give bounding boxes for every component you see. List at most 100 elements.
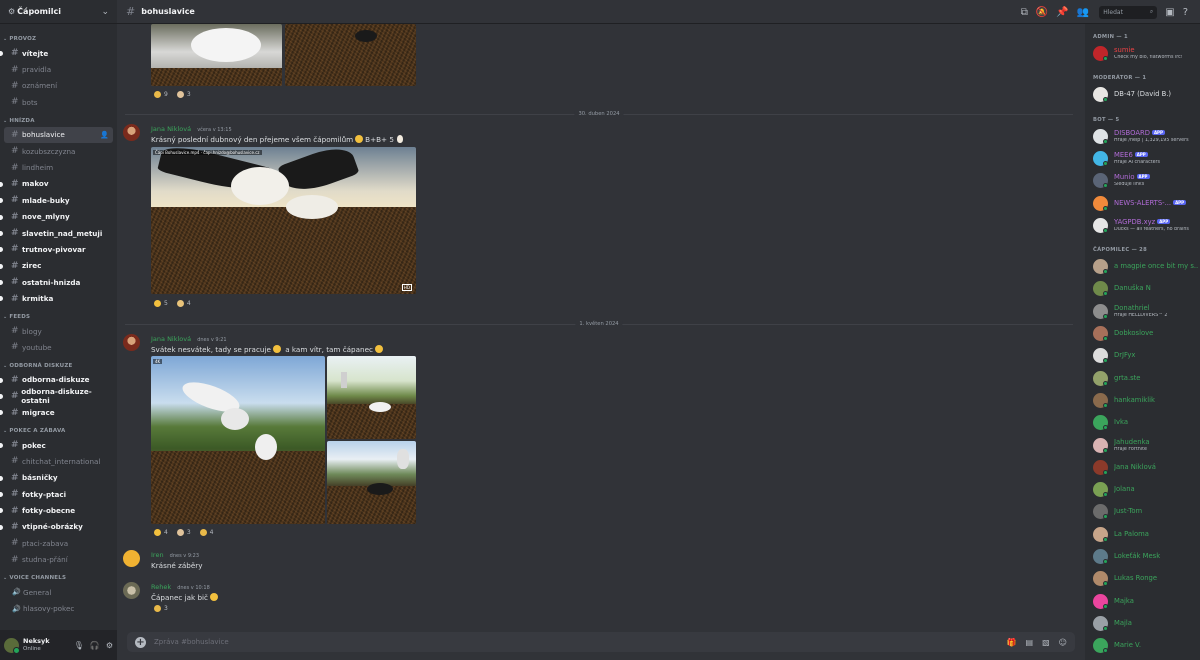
channel-item[interactable]: # fotky-ptaci: [0, 486, 113, 502]
channel-item[interactable]: # trutnov-pivovar: [0, 241, 113, 257]
message-author[interactable]: Jana Niklová: [151, 335, 191, 343]
channel-item[interactable]: # chitchat_international: [4, 453, 113, 469]
pin-icon[interactable]: 📌: [1056, 7, 1068, 18]
microphone-icon[interactable]: 🎙: [74, 641, 84, 650]
reaction[interactable]: 3: [174, 527, 194, 538]
member-item[interactable]: grta.ste: [1092, 369, 1198, 389]
channel-item[interactable]: 🔊 General: [4, 584, 113, 600]
channel-item[interactable]: # vtipné-obrázky: [0, 519, 113, 535]
member-item[interactable]: Munio APP Sleduje links: [1092, 171, 1198, 191]
member-item[interactable]: Jahudenka Hraje Fortnite: [1092, 436, 1198, 456]
mute-bell-icon[interactable]: 🔕: [1036, 7, 1048, 18]
channel-item[interactable]: # pokec: [0, 437, 113, 453]
reaction[interactable]: 9: [151, 89, 171, 100]
message-author[interactable]: Jana Niklová: [151, 125, 191, 133]
channel-item[interactable]: # migrace: [0, 404, 113, 420]
channel-item[interactable]: # odborna-diskuze: [0, 372, 113, 388]
gear-icon[interactable]: ⚙: [106, 641, 113, 650]
member-item[interactable]: Lokeťák Mesk: [1092, 547, 1198, 567]
member-item[interactable]: sumie Check my bio, flatworms irc!: [1092, 44, 1198, 64]
invite-icon[interactable]: 👤: [100, 131, 109, 139]
attachment-image[interactable]: [327, 356, 416, 439]
headphones-icon[interactable]: 🎧: [90, 641, 100, 650]
channel-item[interactable]: # ostatni-hnizda: [0, 274, 113, 290]
attachment-image[interactable]: [151, 24, 282, 86]
channel-category[interactable]: ⌄ PROVOZ: [0, 33, 117, 45]
server-header[interactable]: ⚙ Čápomilci ⌄: [0, 0, 117, 24]
member-item[interactable]: Dobkoslove: [1092, 324, 1198, 344]
member-item[interactable]: Danuška N: [1092, 279, 1198, 299]
avatar[interactable]: [4, 637, 20, 654]
sticker-icon[interactable]: ▧: [1042, 638, 1050, 647]
channel-item[interactable]: # kozubszczyzna: [4, 143, 113, 159]
channel-item[interactable]: # ptaci-zabava: [4, 535, 113, 551]
channel-item[interactable]: # mlade-buky: [0, 192, 113, 208]
attachment-image[interactable]: [285, 24, 416, 86]
attachment-image[interactable]: [327, 441, 416, 524]
channel-category[interactable]: ⌄ POKEC A ZÁBAVA: [0, 425, 117, 437]
member-item[interactable]: Jana Niklová: [1092, 458, 1198, 478]
avatar[interactable]: [123, 334, 140, 351]
channel-item[interactable]: # fotky-obecne: [0, 502, 113, 518]
threads-icon[interactable]: ⧉: [1021, 7, 1028, 18]
member-item[interactable]: Jolana: [1092, 480, 1198, 500]
attachment-image[interactable]: Čápi Bohuslavice.mp4 · čapi.hnizdo@bohus…: [151, 147, 416, 294]
gift-icon[interactable]: 🎁: [1007, 638, 1017, 647]
channel-item[interactable]: # slavetin_nad_metuji: [0, 225, 113, 241]
member-item[interactable]: Majla: [1092, 614, 1198, 634]
member-item[interactable]: Marie V.: [1092, 636, 1198, 656]
channel-item[interactable]: # youtube: [4, 339, 113, 355]
channel-item[interactable]: # nove_mlyny: [0, 209, 113, 225]
member-item[interactable]: DrJFyx: [1092, 346, 1198, 366]
channel-item[interactable]: # oznámení: [4, 78, 113, 94]
channel-category[interactable]: ⌄ VOICE CHANNELS: [0, 572, 117, 584]
search-input[interactable]: Hledat ⌕: [1099, 5, 1158, 19]
reaction[interactable]: 4: [151, 527, 171, 538]
members-icon[interactable]: 👥: [1077, 7, 1089, 18]
channel-item[interactable]: # vítejte: [0, 45, 113, 61]
member-item[interactable]: Just-Tom: [1092, 502, 1198, 522]
member-item[interactable]: Donathriel Hraje HELLDIVERS™ 2: [1092, 302, 1198, 322]
member-item[interactable]: DISBOARD APP Hraje /help | 1,329,195 serve…: [1092, 127, 1198, 147]
member-item[interactable]: Majka: [1092, 592, 1198, 612]
channel-item[interactable]: # blogy: [4, 323, 113, 339]
help-icon[interactable]: ?: [1183, 7, 1188, 18]
channel-item[interactable]: # lindheim: [4, 159, 113, 175]
channel-item[interactable]: # odborna-diskuze-ostatni: [0, 387, 113, 405]
channel-item[interactable]: # studna-přání: [4, 552, 113, 568]
member-item[interactable]: La Paloma: [1092, 525, 1198, 545]
channel-item[interactable]: # pravidla: [4, 61, 113, 77]
gif-icon[interactable]: ▤: [1026, 638, 1034, 647]
member-item[interactable]: a magpie once bit my s...: [1092, 257, 1198, 277]
channel-item[interactable]: 🔊 hlasovy-pokec: [4, 600, 113, 616]
avatar[interactable]: [123, 582, 140, 599]
avatar[interactable]: [123, 124, 140, 141]
message-composer[interactable]: + Zpráva #bohuslavice 🎁 ▤ ▧ ☺: [127, 632, 1075, 652]
message-author[interactable]: Iren: [151, 551, 164, 559]
channel-item[interactable]: # krmitka: [0, 290, 113, 306]
reaction[interactable]: 4: [174, 298, 194, 309]
channel-item[interactable]: # básničky: [0, 470, 113, 486]
member-item[interactable]: DB-47 (David B.): [1092, 85, 1198, 105]
member-item[interactable]: Ivka: [1092, 413, 1198, 433]
message-author[interactable]: Rehek: [151, 583, 171, 591]
channel-category[interactable]: ⌄ HNÍZDA: [0, 115, 117, 127]
reaction[interactable]: 3: [174, 89, 194, 100]
inbox-icon[interactable]: ▣: [1165, 7, 1174, 18]
member-item[interactable]: Lukas Ronge: [1092, 569, 1198, 589]
member-item[interactable]: MEE6 APP Hraje AI characters: [1092, 149, 1198, 169]
member-item[interactable]: hankamiklik: [1092, 391, 1198, 411]
attachment-image[interactable]: 4K: [151, 356, 325, 524]
reaction[interactable]: 5: [151, 298, 171, 309]
member-item[interactable]: NEWS-ALERTS-... APP: [1092, 194, 1198, 214]
channel-category[interactable]: ⌄ FEEDS: [0, 311, 117, 323]
attach-plus-icon[interactable]: +: [135, 636, 146, 648]
channel-category[interactable]: ⌄ ODBORNÁ DISKUZE: [0, 360, 117, 372]
channel-item[interactable]: # makov: [0, 176, 113, 192]
avatar[interactable]: [123, 550, 140, 567]
emoji-picker-icon[interactable]: ☺: [1059, 638, 1067, 647]
reaction[interactable]: 4: [197, 527, 217, 538]
channel-item[interactable]: # bots: [4, 94, 113, 110]
channel-item[interactable]: # zirec: [0, 258, 113, 274]
member-item[interactable]: YAGPDB.xyz APP Ducks — all feathers, no br…: [1092, 216, 1198, 236]
